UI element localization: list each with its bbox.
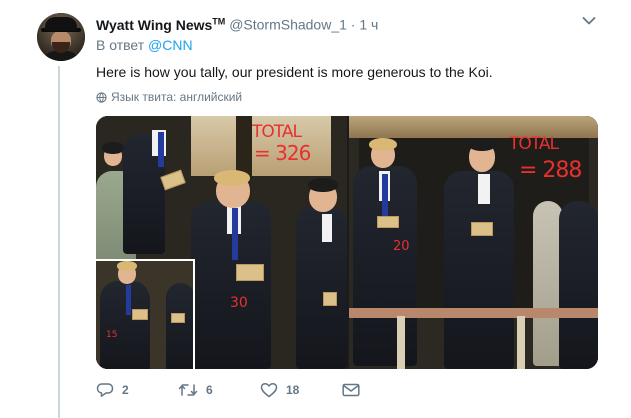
retweet-count: 6 bbox=[206, 383, 213, 397]
reply-prefix: В ответ bbox=[96, 37, 145, 53]
annotation-30: 30 bbox=[230, 295, 248, 311]
chevron-down-icon[interactable] bbox=[582, 16, 596, 26]
tweet-text: Here is how you tally, our president is … bbox=[96, 64, 493, 80]
avatar[interactable] bbox=[37, 13, 85, 61]
like-count: 18 bbox=[286, 383, 300, 397]
thread-line bbox=[58, 66, 60, 418]
reply-count: 2 bbox=[122, 383, 129, 397]
annotation-value-right: = 288 bbox=[519, 158, 582, 183]
media-photo-right[interactable]: TOTAL = 288 20 bbox=[349, 116, 598, 369]
reply-icon bbox=[96, 383, 114, 397]
globe-icon bbox=[96, 91, 107, 103]
media-photo-left[interactable]: 15 TOTAL = 326 30 bbox=[96, 116, 347, 369]
annotation-20: 20 bbox=[393, 239, 410, 254]
media-inset-photo: 15 bbox=[96, 259, 195, 369]
mail-icon bbox=[342, 383, 360, 397]
reply-button[interactable]: 2 bbox=[96, 382, 178, 398]
translate-tweet[interactable]: Язык твита: английский bbox=[96, 90, 242, 104]
tweet-media[interactable]: 15 TOTAL = 326 30 TOTAL = 288 20 bbox=[96, 116, 598, 369]
separator: · bbox=[350, 16, 356, 33]
reply-context: В ответ @CNN bbox=[96, 37, 193, 53]
retweet-button[interactable]: 6 bbox=[178, 382, 260, 398]
translate-label: Язык твита: английский bbox=[111, 90, 243, 104]
annotation-15: 15 bbox=[106, 330, 118, 340]
reply-handle-link[interactable]: @CNN bbox=[148, 37, 193, 53]
annotation-value-left: = 326 bbox=[254, 141, 311, 165]
tweet-actions: 2 6 18 bbox=[96, 382, 360, 398]
heart-icon bbox=[260, 382, 278, 398]
tweet-header: Wyatt Wing NewsTM @StormShadow_1 · 1 ч bbox=[96, 12, 378, 34]
retweet-icon bbox=[178, 384, 198, 396]
annotation-total-left: TOTAL bbox=[252, 122, 302, 142]
like-button[interactable]: 18 bbox=[260, 382, 342, 398]
annotation-total-right: TOTAL bbox=[509, 134, 559, 154]
author-handle[interactable]: @StormShadow_1 bbox=[229, 17, 347, 33]
direct-message-button[interactable] bbox=[342, 383, 360, 397]
timestamp[interactable]: 1 ч bbox=[359, 17, 378, 33]
author-name[interactable]: Wyatt Wing NewsTM bbox=[96, 16, 226, 33]
trademark-mark: TM bbox=[212, 16, 226, 26]
